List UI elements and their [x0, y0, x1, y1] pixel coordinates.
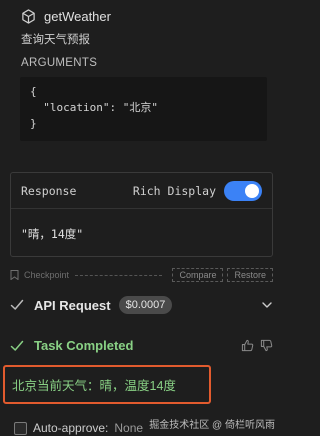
response-body: "晴，14度" — [21, 227, 84, 241]
tool-description: 查询天气预报 — [21, 34, 90, 46]
check-icon — [10, 299, 24, 310]
chat-panel: getWeather 查询天气预报 ARGUMENTS { "location"… — [0, 0, 283, 436]
checkpoint-label: Checkpoint — [24, 270, 70, 280]
task-result-text: 北京当前天气：晴，温度14度 — [12, 379, 176, 393]
tool-name: getWeather — [44, 9, 111, 24]
arguments-label: ARGUMENTS — [21, 57, 98, 69]
restore-button[interactable]: Restore — [227, 268, 273, 282]
response-label: Response — [21, 183, 77, 198]
bookmark-icon — [10, 270, 19, 280]
task-result-box: 北京当前天气：晴，温度14度 — [3, 365, 211, 404]
task-completed-title: Task Completed — [34, 338, 134, 353]
auto-approve-checkbox[interactable] — [14, 421, 27, 435]
chevron-down-icon[interactable] — [261, 299, 273, 311]
checkpoint-row: Checkpoint Compare Restore — [10, 268, 273, 282]
api-request-row[interactable]: API Request $0.0007 — [10, 296, 273, 314]
rich-display-control: Rich Display — [132, 180, 262, 201]
api-request-title: API Request — [34, 297, 111, 313]
thumbs-down-icon[interactable] — [260, 339, 273, 352]
rich-display-label: Rich Display — [132, 183, 216, 198]
watermark: 掘金技术社区 @ 倚栏听风雨 — [149, 420, 275, 431]
response-header: Response Rich Display — [11, 173, 272, 209]
tool-header: getWeather — [21, 9, 111, 24]
cost-badge: $0.0007 — [118, 296, 173, 314]
thumbs-up-icon[interactable] — [241, 339, 254, 352]
auto-approve-row[interactable]: Auto-approve: None — [14, 421, 143, 435]
response-card: Response Rich Display "晴，14度" — [10, 172, 273, 257]
code-line: } — [30, 117, 37, 130]
arguments-code-block: { "location": "北京" } — [20, 77, 267, 141]
checkpoint-divider — [75, 274, 163, 276]
tool-cube-icon — [22, 9, 35, 24]
task-completed-row: Task Completed — [10, 338, 273, 353]
check-icon — [10, 340, 24, 351]
rich-display-toggle[interactable] — [224, 180, 262, 201]
compare-button[interactable]: Compare — [172, 268, 224, 282]
auto-approve-value: None — [114, 421, 144, 435]
auto-approve-label: Auto-approve: — [33, 421, 109, 435]
code-line: { — [30, 85, 37, 98]
feedback-buttons — [241, 339, 273, 352]
code-line: "location": "北京" — [30, 101, 158, 114]
